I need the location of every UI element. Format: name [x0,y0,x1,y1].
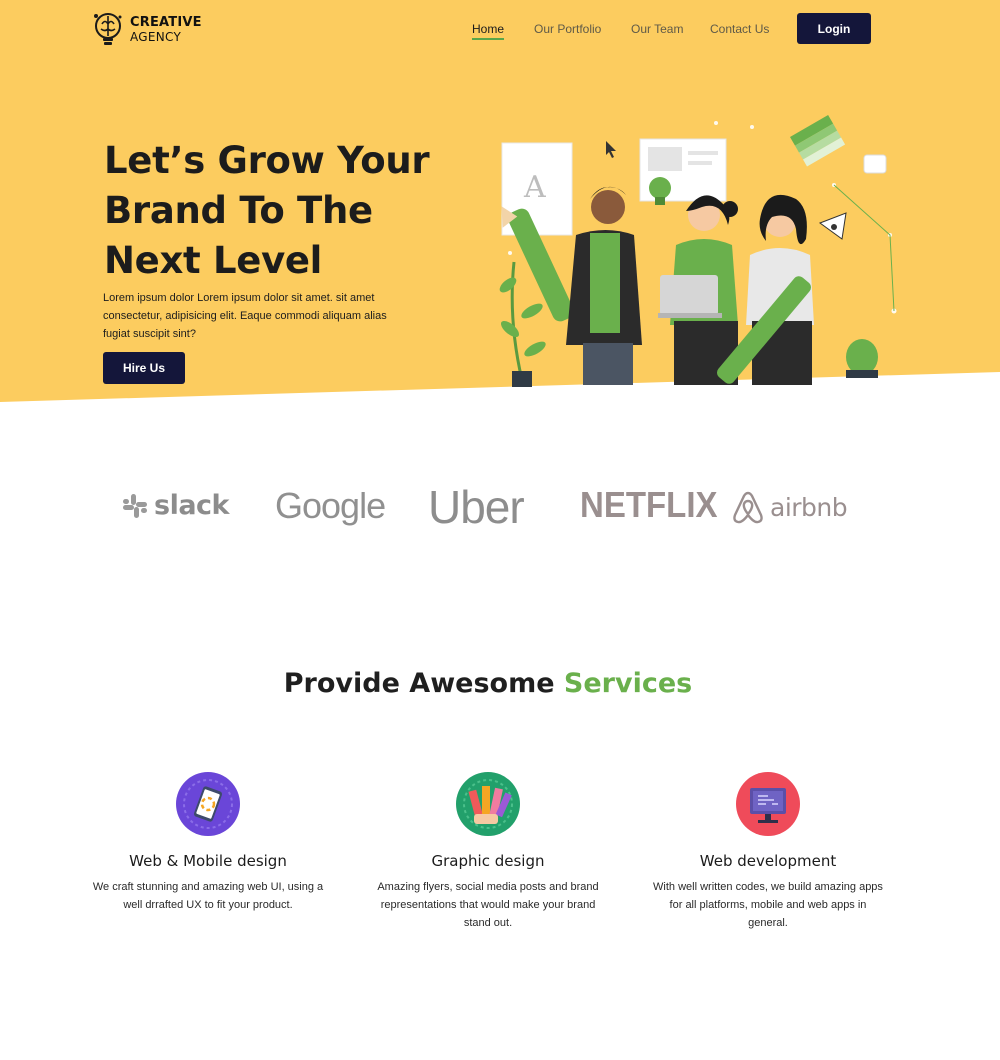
team-illustration: A [499,115,897,387]
service-card-graphic: Graphic design Amazing flyers, social me… [368,772,608,932]
slack-hash-icon [123,493,147,518]
login-button[interactable]: Login [797,13,871,44]
brand-name-line1: CREATIVE [130,15,202,30]
nav-link-home[interactable]: Home [472,22,505,40]
service-card-web-dev: Web development With well written codes,… [648,772,888,932]
google-logo: Google [275,485,386,526]
top-navbar: CREATIVE AGENCY Home Our Portfolio Our T… [0,0,1000,60]
hire-us-button[interactable]: Hire Us [103,352,185,384]
service-description: With well written codes, we build amazin… [653,881,883,929]
frame-letter: A [523,170,546,205]
nav-link-portfolio[interactable]: Our Portfolio [534,22,601,36]
slack-logo: slack [122,490,230,521]
partner-logos: slack Google Uber NETFLIX airbnb [0,480,1000,540]
brand-name-line2: AGENCY [130,30,182,44]
airbnb-wordmark: airbnb [770,492,848,522]
service-description: Amazing flyers, social media posts and b… [377,881,599,929]
services-heading: Provide Awesome Services [0,668,976,699]
service-name: Web development [699,852,837,870]
service-card-web-mobile: Web & Mobile design We craft stunning an… [88,772,328,914]
hero-title-line2: Brand To The [104,189,373,232]
service-name: Web & Mobile design [129,852,287,870]
hero-subtitle: Lorem ipsum dolor Lorem ipsum dolor sit … [103,292,387,340]
nav-link-team[interactable]: Our Team [631,22,683,36]
uber-logo: Uber [428,481,525,533]
hero-title-line3: Next Level [104,239,323,282]
lightbulb-brain-icon [94,13,122,45]
service-name: Graphic design [431,852,545,870]
services-heading-accent: Services [563,668,693,699]
color-swatch-icon [456,772,520,836]
services-heading-main: Provide Awesome [283,668,564,699]
code-monitor-icon [736,772,800,836]
service-description: We craft stunning and amazing web UI, us… [92,881,324,911]
airbnb-logo: airbnb [732,490,848,524]
netflix-logo: NETFLIX [580,484,718,525]
hero-title-line1: Let’s Grow Your [104,139,430,182]
nav-link-contact[interactable]: Contact Us [710,22,769,36]
airbnb-symbol-icon [733,491,763,524]
hero-title: Let’s Grow Your Brand To The Next Level [104,136,464,286]
slack-wordmark: slack [154,490,230,521]
brand-logo[interactable]: CREATIVE AGENCY [92,11,202,49]
mobile-design-icon [176,772,240,836]
